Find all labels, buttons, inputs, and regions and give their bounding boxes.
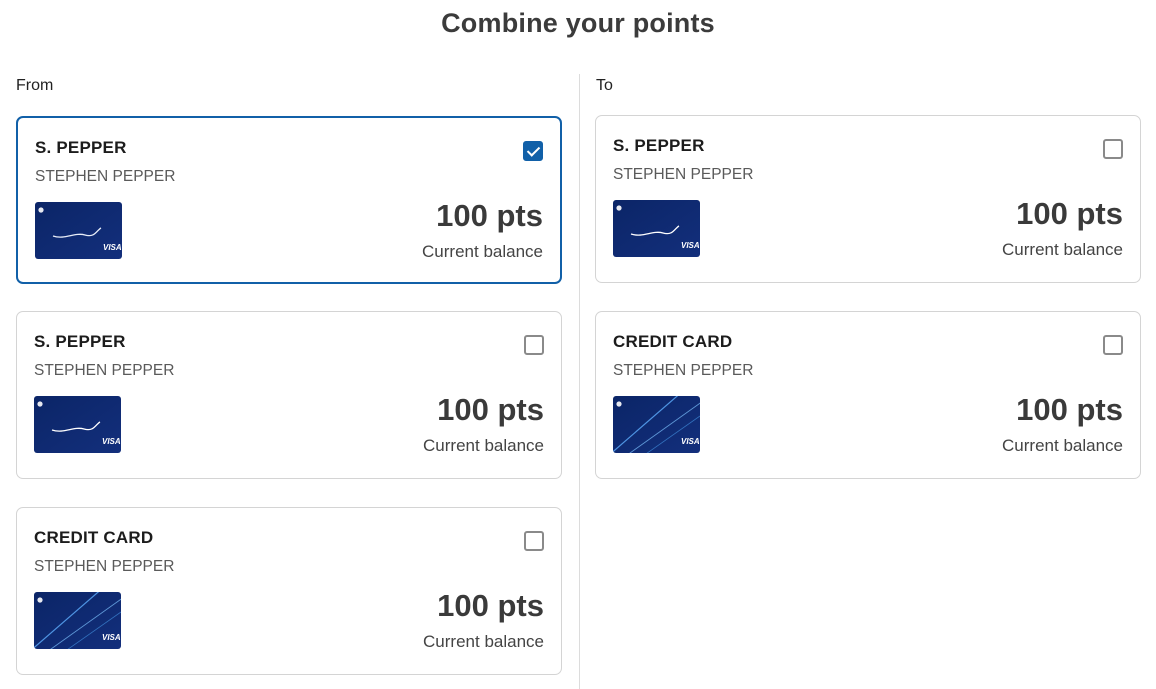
select-checkbox[interactable] xyxy=(523,141,543,161)
account-name: S. PEPPER xyxy=(35,138,127,157)
account-name: CREDIT CARD xyxy=(34,528,154,547)
account-owner: STEPHEN PEPPER xyxy=(35,168,176,185)
points-balance: 100 pts xyxy=(437,588,544,623)
select-checkbox[interactable] xyxy=(524,335,544,355)
account-owner: STEPHEN PEPPER xyxy=(34,362,175,379)
balance-label: Current balance xyxy=(423,632,544,651)
svg-text:VISA: VISA xyxy=(102,437,121,446)
card-image: VISA xyxy=(613,396,700,453)
balance-label: Current balance xyxy=(423,436,544,455)
select-checkbox[interactable] xyxy=(1103,139,1123,159)
from-account-card-2[interactable]: S. PEPPER STEPHEN PEPPER VISA 100 pts Cu… xyxy=(16,311,562,479)
svg-text:VISA: VISA xyxy=(681,437,700,446)
points-balance: 100 pts xyxy=(437,392,544,427)
to-account-card-1[interactable]: S. PEPPER STEPHEN PEPPER VISA 100 pts Cu… xyxy=(595,115,1141,283)
points-balance: 100 pts xyxy=(436,198,543,233)
select-checkbox[interactable] xyxy=(524,531,544,551)
from-account-card-3[interactable]: CREDIT CARD STEPHEN PEPPER VISA 100 pts … xyxy=(16,507,562,675)
balance-label: Current balance xyxy=(1002,240,1123,259)
account-owner: STEPHEN PEPPER xyxy=(613,362,754,379)
column-divider xyxy=(579,74,580,689)
balance-label: Current balance xyxy=(422,242,543,261)
select-checkbox[interactable] xyxy=(1103,335,1123,355)
to-account-card-2[interactable]: CREDIT CARD STEPHEN PEPPER VISA 100 pts … xyxy=(595,311,1141,479)
account-name: S. PEPPER xyxy=(34,332,126,351)
points-balance: 100 pts xyxy=(1016,196,1123,231)
card-image: VISA xyxy=(34,396,121,453)
page-title: Combine your points xyxy=(441,8,715,38)
svg-text:VISA: VISA xyxy=(102,633,121,642)
account-owner: STEPHEN PEPPER xyxy=(613,166,754,183)
account-owner: STEPHEN PEPPER xyxy=(34,558,175,575)
svg-text:VISA: VISA xyxy=(681,241,700,250)
from-account-card-1[interactable]: S. PEPPER STEPHEN PEPPER VISA 100 pts Cu… xyxy=(16,116,562,284)
account-name: S. PEPPER xyxy=(613,136,705,155)
points-balance: 100 pts xyxy=(1016,392,1123,427)
balance-label: Current balance xyxy=(1002,436,1123,455)
from-column-label: From xyxy=(16,77,54,94)
card-image: VISA xyxy=(34,592,121,649)
to-column-label: To xyxy=(596,77,613,94)
account-name: CREDIT CARD xyxy=(613,332,733,351)
card-image: VISA xyxy=(613,200,700,257)
card-image: VISA xyxy=(35,202,122,259)
svg-text:VISA: VISA xyxy=(103,243,122,252)
